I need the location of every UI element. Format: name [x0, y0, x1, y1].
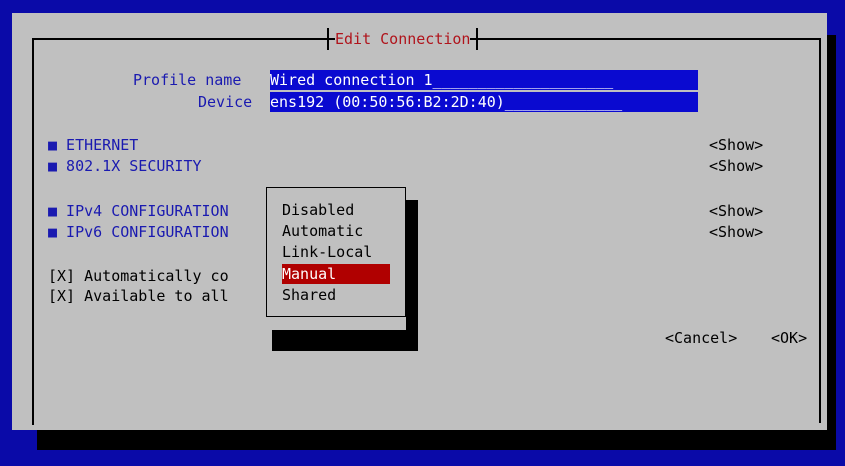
- ipv6-show-button[interactable]: <Show>: [709, 222, 763, 242]
- auto-connect-checkbox[interactable]: [X] Automatically co: [48, 266, 229, 286]
- option-disabled[interactable]: Disabled: [282, 200, 354, 220]
- dialog-title: Edit Connection: [327, 28, 479, 50]
- ipv4-show-button[interactable]: <Show>: [709, 201, 763, 221]
- section-ipv6-configuration[interactable]: ■ IPv6 CONFIGURATION: [48, 222, 229, 242]
- popup-shadow-right: [406, 200, 418, 351]
- device-label: Device: [198, 93, 253, 111]
- profile-name-input[interactable]: Wired connection 1____________________: [270, 70, 698, 90]
- dialog-shadow: [37, 430, 836, 450]
- option-shared[interactable]: Shared: [282, 285, 336, 305]
- option-link-local[interactable]: Link-Local: [282, 242, 372, 262]
- dialog-shadow-right: [827, 35, 836, 450]
- ethernet-show-button[interactable]: <Show>: [709, 135, 763, 155]
- 8021x-show-button[interactable]: <Show>: [709, 156, 763, 176]
- cancel-button[interactable]: <Cancel>: [665, 328, 737, 348]
- available-to-all-checkbox[interactable]: [X] Available to all: [48, 286, 229, 306]
- dialog-frame-right: [819, 38, 821, 423]
- option-manual[interactable]: Manual: [282, 264, 390, 284]
- section-8021x-security[interactable]: ■ 802.1X SECURITY: [48, 156, 202, 176]
- option-automatic[interactable]: Automatic: [282, 221, 363, 241]
- popup-shadow-bottom: [272, 330, 418, 351]
- profile-name-label: Profile name: [133, 71, 242, 89]
- device-input[interactable]: ens192 (00:50:56:B2:2D:40)_____________: [270, 92, 698, 112]
- ok-button[interactable]: <OK>: [771, 328, 807, 348]
- section-ethernet[interactable]: ■ ETHERNET: [48, 135, 138, 155]
- section-ipv4-configuration[interactable]: ■ IPv4 CONFIGURATION: [48, 201, 229, 221]
